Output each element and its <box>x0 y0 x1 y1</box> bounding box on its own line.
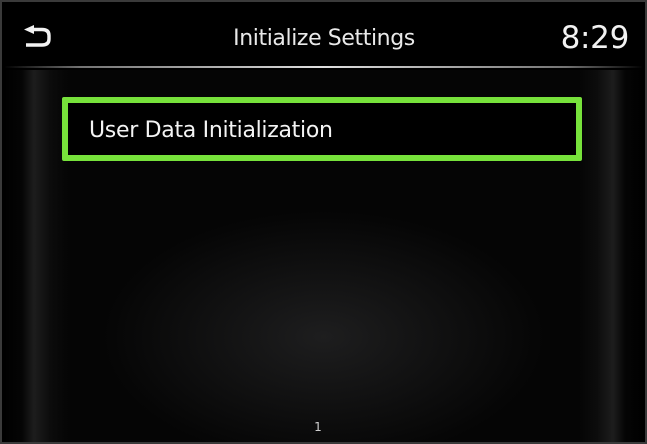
menu-item-user-data-initialization[interactable]: User Data Initialization <box>62 97 582 161</box>
menu-item-label: User Data Initialization <box>89 118 333 143</box>
display-frame: Initialize Settings 8:29 User Data Initi… <box>0 0 647 444</box>
clock-display: 8:29 <box>560 20 630 56</box>
back-arrow-icon <box>24 25 51 47</box>
page-indicator: 1 <box>314 420 322 434</box>
header-bar: Initialize Settings 8:29 <box>4 4 643 70</box>
infotainment-screen: Initialize Settings 8:29 User Data Initi… <box>4 4 643 442</box>
page-title: Initialize Settings <box>233 26 415 51</box>
header-divider <box>4 66 643 68</box>
back-button[interactable] <box>18 18 58 52</box>
